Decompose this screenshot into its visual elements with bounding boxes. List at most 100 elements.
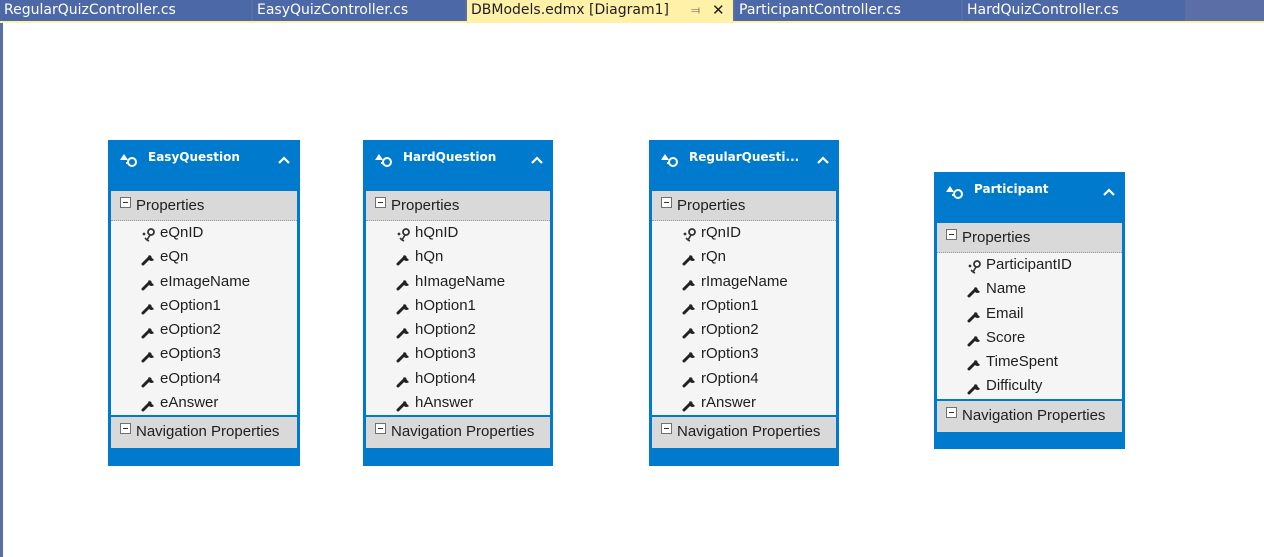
chevron-up-icon[interactable] [277, 152, 291, 166]
property-item[interactable]: hQn [366, 245, 550, 269]
property-list: rQnID rQn rImageName rOption1 rOption2 rOptio… [652, 221, 836, 416]
property-item[interactable]: eOption4 [111, 367, 297, 391]
property-item[interactable]: hImageName [366, 270, 550, 294]
entity-type-icon [658, 151, 680, 169]
tab-dbmodels-label: DBModels.edmx [Diagram1] [471, 2, 669, 18]
collapse-toggle-icon[interactable] [661, 197, 672, 208]
property-item[interactable]: hOption3 [366, 342, 550, 366]
collapse-toggle-icon[interactable] [120, 197, 131, 208]
property-item[interactable]: eQn [111, 245, 297, 269]
entity-title: EasyQuestion [148, 150, 240, 164]
property-item[interactable]: Difficulty [937, 374, 1122, 398]
property-item[interactable]: rQn [652, 245, 836, 269]
wrench-icon [141, 250, 157, 266]
entity-regular-question[interactable]: RegularQuesti... Properties rQnID rQn rImage… [649, 140, 839, 466]
property-item[interactable]: hQnID [366, 221, 550, 245]
wrench-icon [682, 347, 698, 363]
wrench-icon [396, 347, 412, 363]
property-list: eQnID eQn eImageName eOption1 eOption2 eOptio… [111, 221, 297, 416]
property-item[interactable]: rOption1 [652, 294, 836, 318]
property-item[interactable]: rOption3 [652, 342, 836, 366]
property-list: ParticipantID Name Email Score TimeSpent Diff… [937, 253, 1122, 399]
property-name: hOption4 [415, 369, 476, 387]
property-name: rOption2 [701, 321, 759, 339]
collapse-toggle-icon[interactable] [661, 423, 672, 435]
properties-section-header[interactable]: Properties [652, 191, 836, 221]
wrench-icon [967, 331, 983, 347]
property-item[interactable]: rAnswer [652, 391, 836, 415]
entity-participant[interactable]: Participant Properties ParticipantID Name Em… [934, 172, 1125, 449]
property-item[interactable]: hAnswer [366, 391, 550, 415]
wrench-icon [141, 275, 157, 291]
property-name: rQnID [701, 224, 742, 241]
wrench-icon [141, 396, 157, 412]
entity-header[interactable]: RegularQuesti... [649, 140, 839, 188]
tab-participant-controller[interactable]: ParticipantController.cs [735, 0, 961, 21]
property-item[interactable]: Name [937, 277, 1122, 301]
tab-dbmodels-diagram[interactable]: DBModels.edmx [Diagram1] ⫤ ✕ [467, 0, 733, 21]
property-name: Score [986, 328, 1026, 346]
property-item[interactable]: Email [937, 302, 1122, 326]
property-item[interactable]: eOption2 [111, 318, 297, 342]
collapse-toggle-icon[interactable] [946, 406, 957, 418]
navigation-properties-header[interactable]: Navigation Properties [652, 415, 836, 449]
navigation-properties-label: Navigation Properties [391, 423, 535, 441]
wrench-icon [141, 372, 157, 388]
properties-section-header[interactable]: Properties [937, 223, 1122, 253]
properties-section-header[interactable]: Properties [366, 191, 550, 221]
entity-type-icon [117, 151, 139, 169]
key-icon [682, 226, 698, 242]
property-name: eOption3 [160, 345, 221, 363]
entity-title: Participant [974, 182, 1049, 196]
navigation-properties-label: Navigation Properties [677, 423, 821, 441]
entity-easy-question[interactable]: EasyQuestion Properties eQnID eQn eImageName… [108, 140, 300, 466]
entity-hard-question[interactable]: HardQuestion Properties hQnID hQn hImageName… [363, 140, 553, 466]
wrench-icon [396, 299, 412, 315]
property-item[interactable]: eAnswer [111, 391, 297, 415]
chevron-up-icon[interactable] [1102, 184, 1116, 198]
key-icon [141, 226, 157, 242]
property-item[interactable]: TimeSpent [937, 350, 1122, 374]
property-item[interactable]: rQnID [652, 221, 836, 245]
entity-body: Properties ParticipantID Name Email Score Tim… [937, 223, 1122, 432]
property-item[interactable]: eQnID [111, 221, 297, 245]
collapse-toggle-icon[interactable] [946, 229, 957, 240]
property-name: rOption1 [701, 296, 759, 314]
property-item[interactable]: hOption2 [366, 318, 550, 342]
navigation-properties-header[interactable]: Navigation Properties [937, 398, 1122, 432]
collapse-toggle-icon[interactable] [375, 423, 386, 435]
entity-header[interactable]: Participant [934, 172, 1125, 220]
entity-header[interactable]: HardQuestion [363, 140, 553, 188]
property-item[interactable]: hOption4 [366, 367, 550, 391]
entity-type-icon [372, 151, 394, 169]
property-item[interactable]: eOption3 [111, 342, 297, 366]
properties-section-header[interactable]: Properties [111, 191, 297, 221]
property-item[interactable]: rImageName [652, 270, 836, 294]
collapse-toggle-icon[interactable] [375, 197, 386, 208]
entity-body: Properties eQnID eQn eImageName eOption1 eOpt… [111, 191, 297, 449]
pin-icon[interactable]: ⫤ [691, 0, 700, 21]
tab-hard-quiz-controller[interactable]: HardQuizController.cs [963, 0, 1185, 21]
property-item[interactable]: eImageName [111, 270, 297, 294]
property-item[interactable]: ParticipantID [937, 253, 1122, 277]
tab-regular-quiz-controller[interactable]: RegularQuizController.cs [0, 0, 251, 21]
property-name: rImageName [701, 272, 788, 290]
wrench-icon [396, 250, 412, 266]
property-list: hQnID hQn hImageName hOption1 hOption2 hOptio… [366, 221, 550, 416]
navigation-properties-header[interactable]: Navigation Properties [111, 415, 297, 449]
close-icon[interactable]: ✕ [712, 0, 725, 21]
wrench-icon [682, 396, 698, 412]
property-item[interactable]: hOption1 [366, 294, 550, 318]
entity-header[interactable]: EasyQuestion [108, 140, 300, 188]
property-item[interactable]: eOption1 [111, 294, 297, 318]
property-item[interactable]: rOption4 [652, 367, 836, 391]
navigation-properties-header[interactable]: Navigation Properties [366, 415, 550, 449]
property-item[interactable]: rOption2 [652, 318, 836, 342]
chevron-up-icon[interactable] [816, 152, 830, 166]
property-item[interactable]: Score [937, 326, 1122, 350]
chevron-up-icon[interactable] [530, 152, 544, 166]
wrench-icon [141, 323, 157, 339]
collapse-toggle-icon[interactable] [120, 423, 131, 435]
wrench-icon [682, 299, 698, 315]
tab-easy-quiz-controller[interactable]: EasyQuizController.cs [253, 0, 465, 21]
